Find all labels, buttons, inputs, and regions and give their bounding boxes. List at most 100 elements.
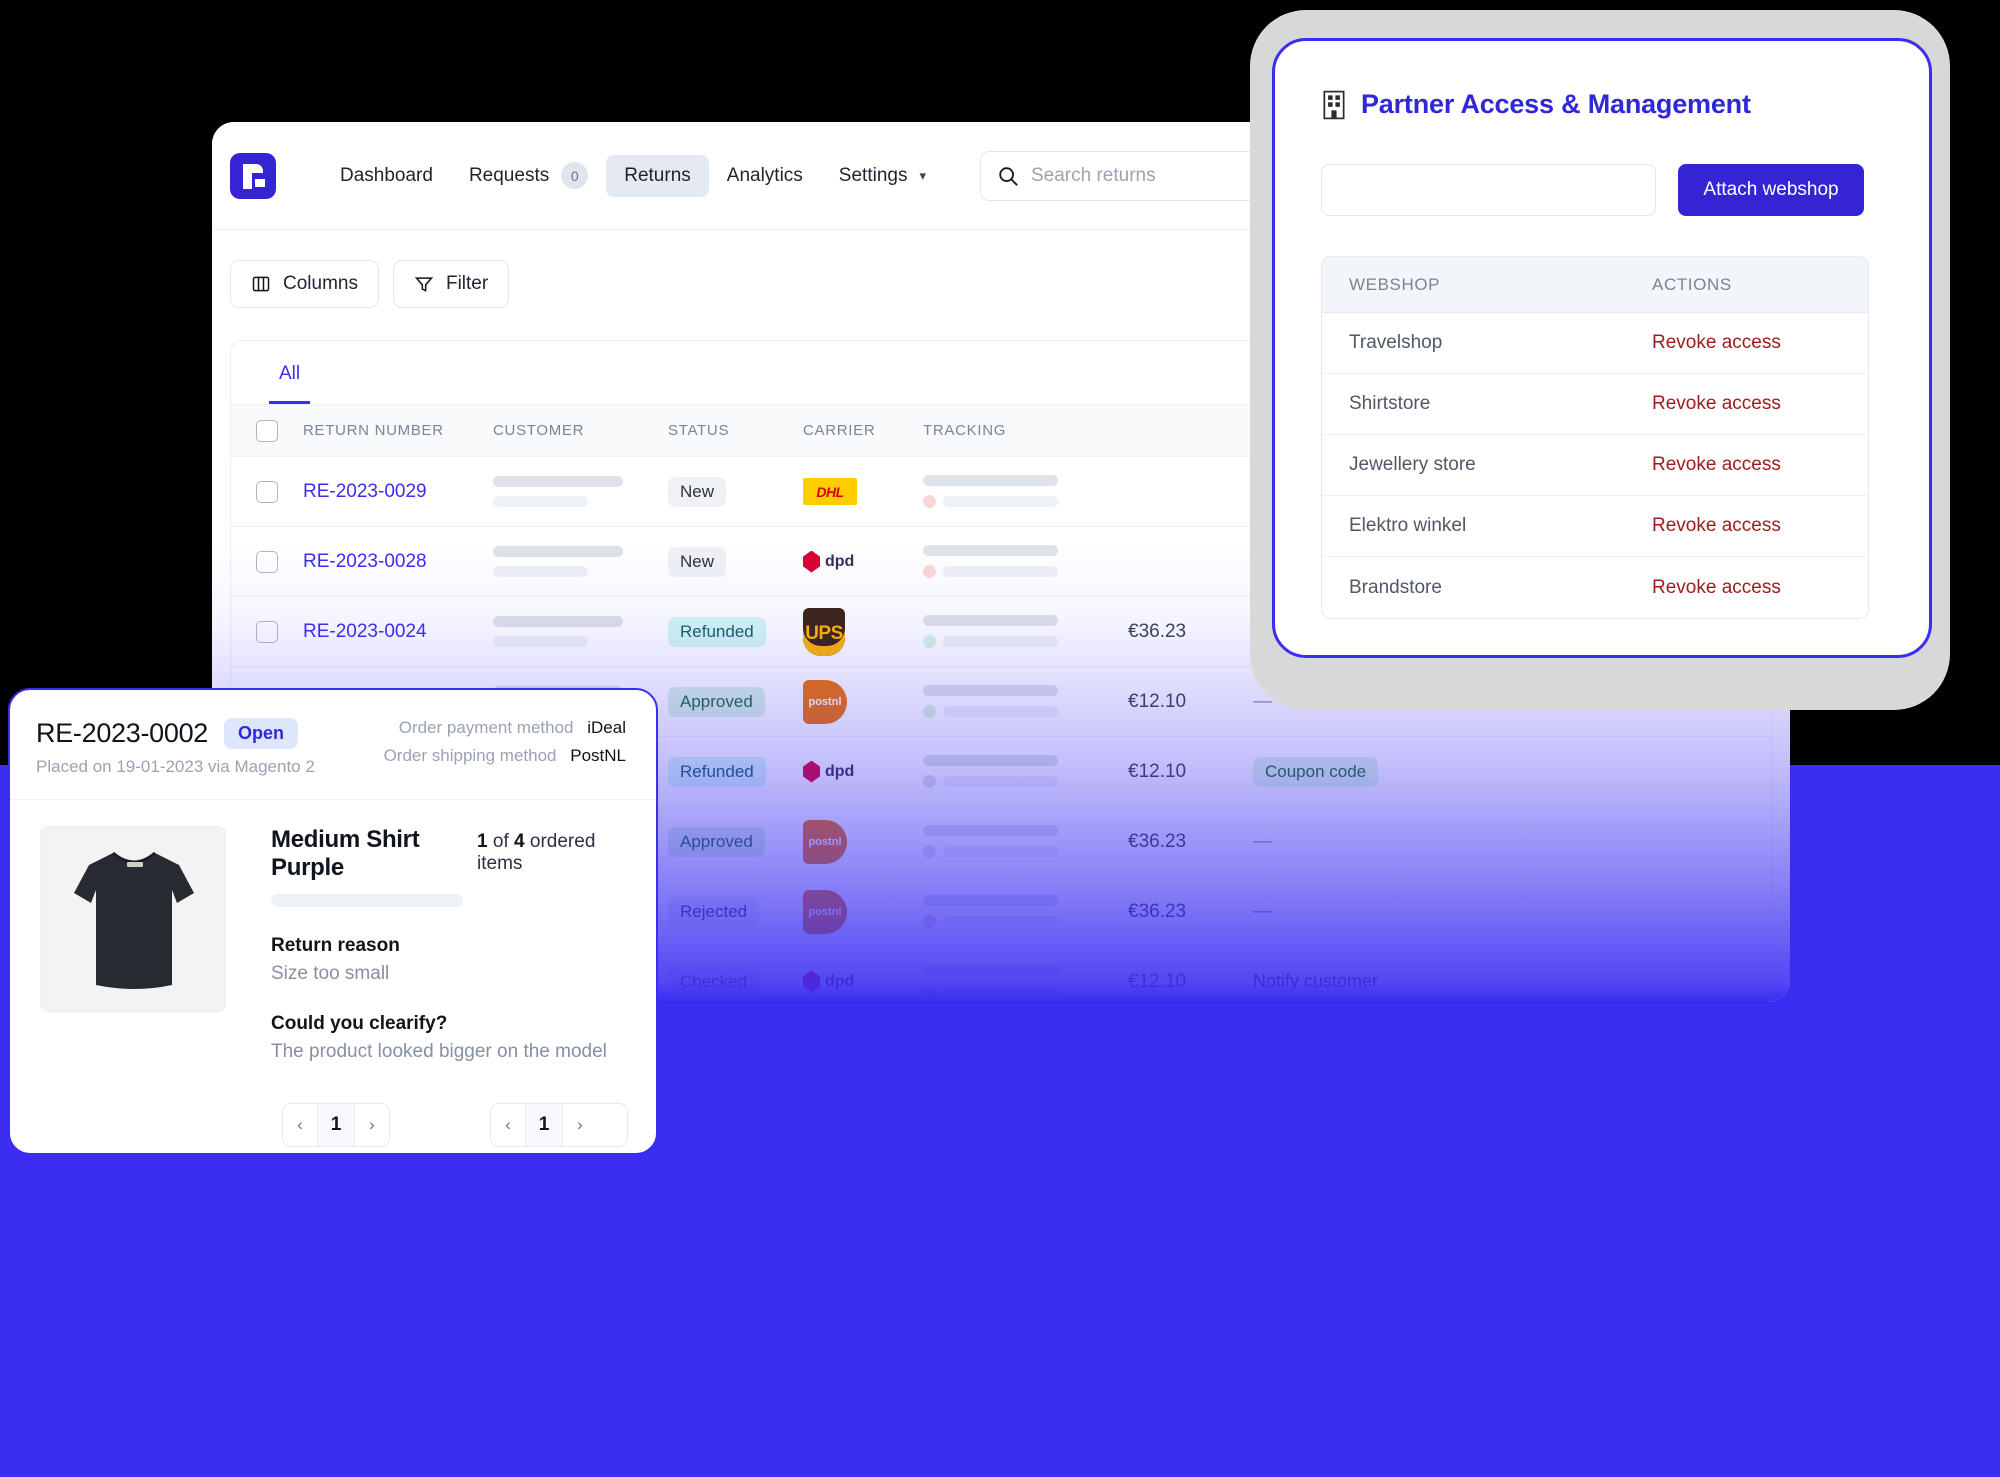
tracking-cell <box>923 475 1128 508</box>
return-number-link[interactable]: RE-2023-0028 <box>303 551 427 572</box>
return-detail-identity: RE-2023-0002 Open Placed on 19-01-2023 v… <box>36 718 315 777</box>
nav-item-dashboard[interactable]: Dashboard <box>322 155 451 197</box>
row-checkbox[interactable] <box>256 480 278 503</box>
status-cell: New <box>668 476 803 507</box>
partner-table-row: Brandstore Revoke access <box>1322 557 1868 618</box>
partner-table-body: Travelshop Revoke access Shirtstore Revoke … <box>1322 313 1868 618</box>
postnl-logo-icon: postnl <box>803 819 865 865</box>
attach-webshop-button[interactable]: Attach webshop <box>1678 164 1864 216</box>
webshop-name: Brandstore <box>1349 576 1442 598</box>
status-cell: New <box>668 546 803 577</box>
quantity-steppers: ‹ 1 › Qty received ‹ 1 › Qty back to sto… <box>10 1063 656 1153</box>
tab-label: All <box>279 363 301 384</box>
nav-item-settings[interactable]: Settings ▾ <box>821 155 944 197</box>
carrier-cell: dpd <box>803 959 923 1003</box>
tracking-cell <box>923 685 1128 718</box>
partner-table-row: Elektro winkel Revoke access <box>1322 496 1868 557</box>
carrier-cell: DHL <box>803 469 923 515</box>
revoke-access-link[interactable]: Revoke access <box>1652 577 1868 599</box>
status-badge: Approved <box>668 826 765 857</box>
status-badge: Refunded <box>668 756 766 787</box>
notify-customer-action[interactable]: Notify customer <box>1253 971 1378 991</box>
tracking-cell <box>923 965 1128 998</box>
qty-stock-decrement[interactable]: ‹ <box>491 1104 525 1146</box>
search-returns-input[interactable]: Search returns <box>979 150 1280 201</box>
webshop-name: Elektro winkel <box>1349 515 1467 536</box>
clarify-label: Could you clearify? <box>271 1013 448 1034</box>
return-number-link[interactable]: RE-2023-0024 <box>303 621 427 642</box>
ordered-total: 4 <box>514 831 525 852</box>
refund-cell: Notify customer <box>1253 971 1771 993</box>
revoke-access-link[interactable]: Revoke access <box>1652 454 1868 476</box>
partner-table-row: Shirtstore Revoke access <box>1322 374 1868 435</box>
qty-received-increment[interactable]: › <box>355 1104 389 1146</box>
qty-received-stepper[interactable]: ‹ 1 › <box>282 1103 390 1147</box>
column-header-status: STATUS <box>668 422 730 439</box>
status-badge: Open <box>224 718 299 749</box>
order-meta: Order payment method iDeal Order shippin… <box>384 718 626 774</box>
return-number-cell[interactable]: RE-2023-0029 <box>303 481 493 503</box>
qty-received-decrement[interactable]: ‹ <box>283 1104 317 1146</box>
product-sku-placeholder <box>271 894 463 907</box>
select-all-checkbox[interactable] <box>256 419 278 442</box>
nav-item-returns[interactable]: Returns <box>606 154 709 197</box>
revoke-access-link[interactable]: Revoke access <box>1652 393 1868 415</box>
screenshot-root: Dashboard Requests 0 Returns Analytics S… <box>0 0 2000 1477</box>
return-number-title: RE-2023-0002 <box>36 718 209 748</box>
tracking-cell <box>923 545 1128 578</box>
clarify-value: The product looked bigger on the model <box>271 1041 607 1062</box>
webshop-name-input[interactable] <box>1321 164 1656 216</box>
chevron-down-icon: ▾ <box>919 167 926 183</box>
status-cell: Checked <box>668 966 803 997</box>
carrier-cell: dpd <box>803 539 923 585</box>
qty-stock-value: 1 <box>525 1104 563 1146</box>
returnless-logo-icon[interactable] <box>230 152 276 199</box>
return-detail-header: RE-2023-0002 Open Placed on 19-01-2023 v… <box>10 690 656 800</box>
carrier-cell: UPS <box>803 607 923 656</box>
ordered-count: 1 <box>477 831 488 852</box>
partner-panel-title: Partner Access & Management <box>1361 89 1751 119</box>
filter-button[interactable]: Filter <box>392 260 510 308</box>
placed-on-text: Placed on 19-01-2023 via Magento 2 <box>36 757 315 776</box>
partner-table-header: WEBSHOP ACTIONS <box>1322 257 1868 313</box>
revoke-access-link[interactable]: Revoke access <box>1652 332 1868 354</box>
refund-cell: — <box>1253 831 1771 853</box>
column-header-return-number: RETURN NUMBER <box>303 422 444 439</box>
row-checkbox[interactable] <box>256 550 278 573</box>
carrier-cell: postnl <box>803 679 923 725</box>
revoke-access-link[interactable]: Revoke access <box>1652 515 1868 537</box>
product-info: Medium Shirt Purple 1 of 4 ordered items… <box>271 826 630 1063</box>
requests-count-badge: 0 <box>561 162 589 189</box>
shipping-method-value: PostNL <box>570 746 626 765</box>
return-detail-body: Medium Shirt Purple 1 of 4 ordered items… <box>10 800 656 1063</box>
postnl-logo-icon: postnl <box>803 679 865 725</box>
status-badge: New <box>668 546 727 577</box>
tracking-cell <box>923 825 1128 858</box>
return-number-cell[interactable]: RE-2023-0028 <box>303 551 493 573</box>
partner-access-card: Partner Access & Management Attach websh… <box>1272 38 1932 658</box>
nav-label: Settings <box>838 164 908 186</box>
row-checkbox[interactable] <box>256 620 278 643</box>
row-select-cell[interactable] <box>231 620 303 643</box>
product-name: Medium Shirt Purple <box>271 826 420 881</box>
qty-received-group: ‹ 1 › Qty received <box>282 1103 390 1153</box>
amount-cell: €12.10 <box>1128 970 1187 992</box>
nav-item-analytics[interactable]: Analytics <box>709 155 821 197</box>
qty-stock-increment[interactable]: › <box>563 1104 597 1146</box>
return-detail-card: RE-2023-0002 Open Placed on 19-01-2023 v… <box>8 688 658 1155</box>
nav-item-requests[interactable]: Requests 0 <box>451 152 606 199</box>
ups-logo-icon: UPS <box>803 607 865 656</box>
dhl-logo-icon: DHL <box>803 469 865 515</box>
amount-cell: €12.10 <box>1128 760 1187 782</box>
tab-all[interactable]: All <box>269 341 311 404</box>
partner-table-row: Travelshop Revoke access <box>1322 313 1868 374</box>
columns-button[interactable]: Columns <box>230 260 379 308</box>
status-cell: Approved <box>668 686 803 717</box>
row-select-cell[interactable] <box>231 480 303 503</box>
dpd-logo-icon: dpd <box>803 749 865 795</box>
row-select-cell[interactable] <box>231 550 303 573</box>
return-number-link[interactable]: RE-2023-0029 <box>303 481 427 502</box>
qty-stock-stepper[interactable]: ‹ 1 › <box>490 1103 629 1147</box>
columns-label: Columns <box>283 273 358 294</box>
return-number-cell[interactable]: RE-2023-0024 <box>303 621 493 643</box>
